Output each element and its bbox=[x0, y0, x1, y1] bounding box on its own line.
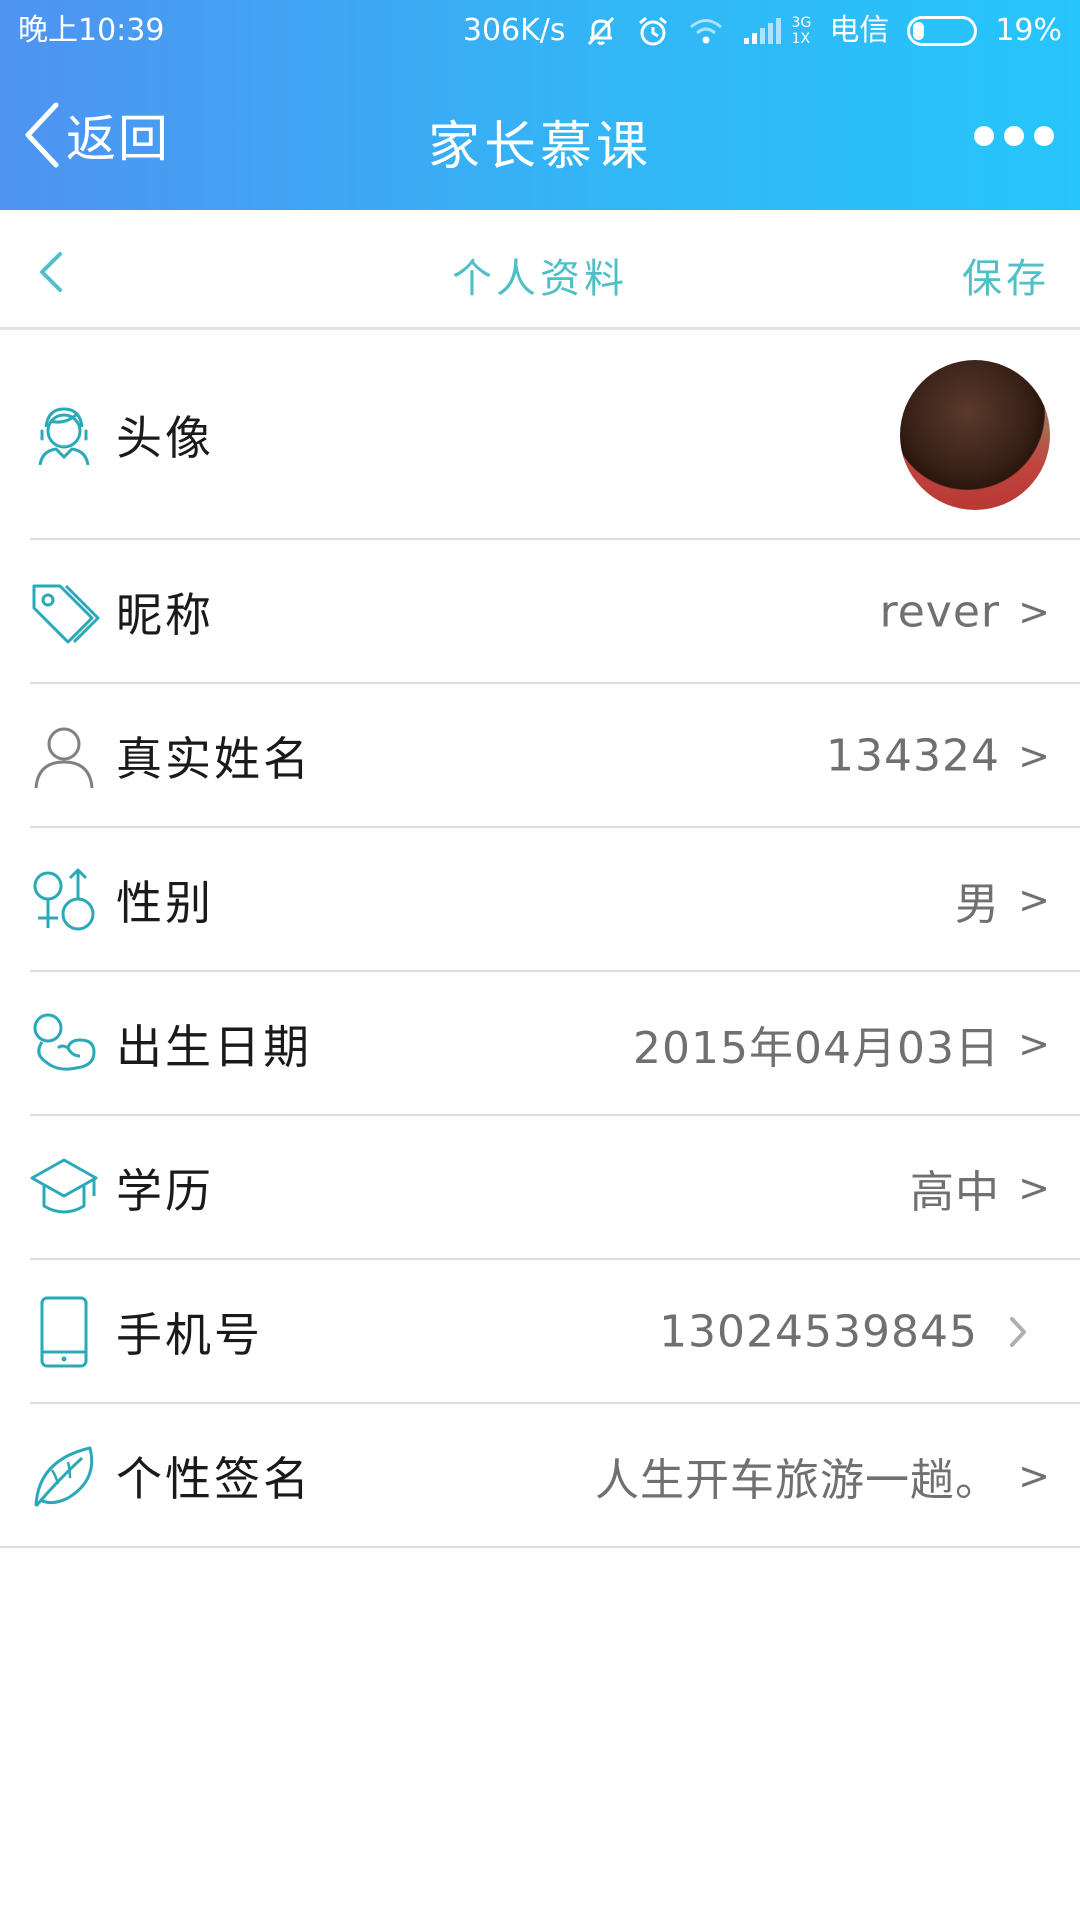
chevron-right-icon: > bbox=[1018, 590, 1050, 634]
phone-icon bbox=[40, 1296, 88, 1368]
row-phone[interactable]: 手机号 13024539845 bbox=[0, 1260, 1080, 1404]
chevron-right-icon: > bbox=[1018, 1166, 1050, 1210]
more-button[interactable] bbox=[974, 126, 1054, 146]
baby-icon bbox=[33, 1013, 96, 1071]
row-gender[interactable]: 性别 男 > bbox=[0, 828, 1080, 972]
network-type: 3G 1X bbox=[792, 15, 812, 47]
alarm-icon bbox=[638, 16, 667, 46]
divider bbox=[0, 1546, 1080, 1548]
battery-fill bbox=[913, 22, 925, 40]
save-button[interactable]: 保存 bbox=[962, 246, 1050, 304]
row-real-name[interactable]: 真实姓名 134324 > bbox=[0, 684, 1080, 828]
row-birthday[interactable]: 出生日期 2015年04月03日 > bbox=[0, 972, 1080, 1116]
row-label: 昵称 bbox=[116, 588, 214, 642]
status-bar: 晚上10:39 306K/s 3G 1X 电信 19% bbox=[0, 0, 1080, 62]
chevron-right-icon: > bbox=[1018, 1454, 1050, 1498]
mute-icon bbox=[587, 16, 614, 46]
chevron-right-icon bbox=[1010, 1317, 1026, 1347]
row-label: 出生日期 bbox=[116, 1020, 312, 1074]
real-name-value: 134324 bbox=[826, 730, 1000, 782]
row-label: 个性签名 bbox=[116, 1452, 312, 1506]
network-type-top: 3G bbox=[791, 15, 812, 31]
chevron-right-icon: > bbox=[1018, 878, 1050, 922]
row-avatar[interactable]: 头像 bbox=[0, 330, 1080, 540]
gender-icon bbox=[33, 868, 95, 931]
row-label: 头像 bbox=[116, 411, 214, 465]
network-speed: 306K/s bbox=[462, 13, 566, 48]
avatar bbox=[900, 360, 1050, 510]
app-header: 晚上10:39 306K/s 3G 1X 电信 19% 返回 家长慕课 bbox=[0, 0, 1080, 210]
battery-icon bbox=[907, 16, 978, 46]
row-education[interactable]: 学历 高中 > bbox=[0, 1116, 1080, 1260]
title-bar: 返回 家长慕课 bbox=[0, 70, 1080, 200]
graduation-cap-icon bbox=[30, 1158, 98, 1214]
page-title: 个人资料 bbox=[452, 256, 628, 302]
row-label: 真实姓名 bbox=[116, 732, 312, 786]
row-signature[interactable]: 个性签名 人生开车旅游一趟。 > bbox=[0, 1404, 1080, 1548]
signature-value: 人生开车旅游一趟。 bbox=[595, 1455, 1000, 1506]
signal-icon bbox=[743, 18, 781, 44]
person-icon bbox=[34, 727, 94, 789]
carrier-name: 电信 bbox=[829, 13, 890, 48]
row-label: 学历 bbox=[116, 1164, 214, 1218]
more-dot bbox=[974, 126, 994, 146]
chevron-right-icon: > bbox=[1018, 1022, 1050, 1066]
birthday-value: 2015年04月03日 bbox=[633, 1023, 1000, 1074]
nickname-value: rever bbox=[879, 586, 1000, 638]
gender-value: 男 bbox=[955, 879, 1000, 930]
face-icon bbox=[38, 407, 90, 466]
leaf-icon bbox=[34, 1446, 94, 1507]
status-right: 306K/s 3G 1X 电信 19% bbox=[463, 0, 1062, 62]
row-label: 性别 bbox=[116, 876, 214, 930]
tag-icon bbox=[32, 584, 100, 644]
wifi-icon bbox=[689, 19, 722, 44]
app-title: 家长慕课 bbox=[427, 117, 652, 177]
chevron-right-icon: > bbox=[1018, 734, 1050, 778]
profile-list: 头像 昵称 rever > 真实姓名 134324 > 性别 男 > 出生日期 … bbox=[0, 330, 1080, 1548]
phone-value: 13024539845 bbox=[659, 1306, 978, 1358]
battery-percent: 19% bbox=[995, 13, 1062, 48]
network-type-bottom: 1X bbox=[791, 31, 811, 47]
row-label: 手机号 bbox=[116, 1308, 263, 1362]
status-time: 晚上10:39 bbox=[18, 13, 165, 48]
sub-header: 个人资料 保存 bbox=[0, 210, 1080, 330]
education-value: 高中 bbox=[910, 1167, 1000, 1218]
more-dot bbox=[1004, 126, 1024, 146]
more-dot bbox=[1034, 126, 1054, 146]
row-nickname[interactable]: 昵称 rever > bbox=[0, 540, 1080, 684]
